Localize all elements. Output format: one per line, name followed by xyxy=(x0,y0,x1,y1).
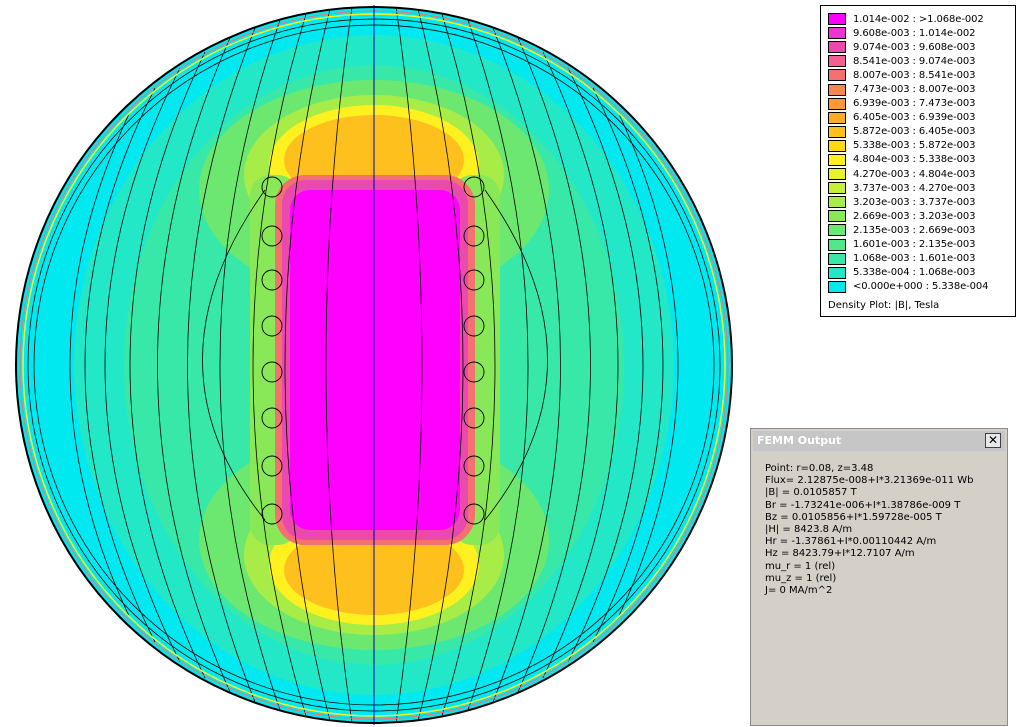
legend-row: 2.135e-003 : 2.669e-003 xyxy=(828,223,988,237)
density-legend: 1.014e-002 : >1.068e-002 9.608e-003 : 1.0… xyxy=(820,5,1016,317)
legend-row: 1.601e-003 : 2.135e-003 xyxy=(828,238,988,252)
legend-swatch xyxy=(828,280,846,293)
legend-swatch xyxy=(828,97,846,110)
femm-output-line: |H| = 8423.8 A/m xyxy=(765,523,853,535)
legend-caption: Density Plot: |B|, Tesla xyxy=(828,300,940,311)
close-button[interactable]: ✕ xyxy=(985,433,1001,448)
legend-range-label: 3.203e-003 : 3.737e-003 xyxy=(853,196,976,208)
femm-output-line: Flux= 2.12875e-008+I*3.21369e-011 Wb xyxy=(765,475,974,487)
femm-output-line: mu_z = 1 (rel) xyxy=(765,572,837,584)
legend-swatch xyxy=(828,139,846,152)
legend-range-label: 5.338e-004 : 1.068e-003 xyxy=(853,267,976,279)
femm-output-window[interactable]: FEMM Output ✕ Point: r=0.08, z=3.48 Flux=… xyxy=(750,428,1008,726)
legend-range-label: 6.405e-003 : 6.939e-003 xyxy=(853,112,976,124)
legend-range-label: 3.737e-003 : 4.270e-003 xyxy=(853,182,976,194)
legend-range-label: 4.804e-003 : 5.338e-003 xyxy=(853,154,976,166)
legend-row: 5.872e-003 : 6.405e-003 xyxy=(828,125,988,139)
legend-range-label: 2.135e-003 : 2.669e-003 xyxy=(853,224,976,236)
legend-swatch xyxy=(828,210,846,223)
legend-swatch xyxy=(828,111,846,124)
legend-row: 2.669e-003 : 3.203e-003 xyxy=(828,209,988,223)
legend-row: <0.000e+000 : 5.338e-004 xyxy=(828,280,989,294)
legend-swatch xyxy=(828,55,846,68)
legend-range-label: 7.473e-003 : 8.007e-003 xyxy=(853,84,976,96)
legend-swatch xyxy=(828,168,846,181)
legend-swatch xyxy=(828,224,846,237)
legend-row: 8.007e-003 : 8.541e-003 xyxy=(828,68,988,82)
legend-swatch xyxy=(828,27,846,40)
legend-swatch xyxy=(828,13,846,26)
legend-swatch xyxy=(828,238,846,251)
legend-range-label: 8.541e-003 : 9.074e-003 xyxy=(853,55,976,67)
femm-output-line: J= 0 MA/m^2 xyxy=(765,584,833,596)
legend-range-label: <0.000e+000 : 5.338e-004 xyxy=(853,281,989,293)
legend-row: 9.074e-003 : 9.608e-003 xyxy=(828,40,988,54)
legend-row: 1.014e-002 : >1.068e-002 xyxy=(828,12,988,26)
legend-range-label: 5.338e-003 : 5.872e-003 xyxy=(853,140,976,152)
legend-row: 3.203e-003 : 3.737e-003 xyxy=(828,195,988,209)
legend-range-label: 5.872e-003 : 6.405e-003 xyxy=(853,126,976,138)
legend-swatch xyxy=(828,83,846,96)
legend-swatch xyxy=(828,125,846,138)
legend-swatch xyxy=(828,41,846,54)
legend-range-label: 4.270e-003 : 4.804e-003 xyxy=(853,168,976,180)
legend-rows: 1.014e-002 : >1.068e-002 9.608e-003 : 1.0… xyxy=(828,12,989,294)
femm-output-line: Bz = 0.0105856+I*1.59728e-005 T xyxy=(765,511,942,523)
legend-swatch xyxy=(828,266,846,279)
femm-output-text: Point: r=0.08, z=3.48 Flux= 2.12875e-008+… xyxy=(765,463,974,597)
femm-title: FEMM Output xyxy=(757,434,842,447)
legend-range-label: 1.068e-003 : 1.601e-003 xyxy=(853,253,976,265)
legend-row: 1.068e-003 : 1.601e-003 xyxy=(828,252,988,266)
femm-output-line: Hz = 8423.79+I*12.7107 A/m xyxy=(765,548,915,560)
femm-titlebar[interactable]: FEMM Output ✕ xyxy=(753,431,1005,451)
femm-output-line: Hr = -1.37861+I*0.00110442 A/m xyxy=(765,536,937,548)
legend-row: 4.804e-003 : 5.338e-003 xyxy=(828,153,988,167)
legend-row: 8.541e-003 : 9.074e-003 xyxy=(828,54,988,68)
legend-range-label: 1.601e-003 : 2.135e-003 xyxy=(853,239,976,251)
legend-range-label: 2.669e-003 : 3.203e-003 xyxy=(853,210,976,222)
femm-output-line: |B| = 0.0105857 T xyxy=(765,487,857,499)
legend-range-label: 9.074e-003 : 9.608e-003 xyxy=(853,41,976,53)
legend-range-label: 6.939e-003 : 7.473e-003 xyxy=(853,98,976,110)
legend-range-label: 9.608e-003 : 1.014e-002 xyxy=(853,27,976,39)
legend-swatch xyxy=(828,182,846,195)
femm-output-line: Point: r=0.08, z=3.48 xyxy=(765,463,874,474)
femm-output-line: Br = -1.73241e-006+I*1.38786e-009 T xyxy=(765,499,961,511)
legend-row: 7.473e-003 : 8.007e-003 xyxy=(828,82,988,96)
legend-row: 5.338e-004 : 1.068e-003 xyxy=(828,266,988,280)
legend-swatch xyxy=(828,69,846,82)
legend-range-label: 8.007e-003 : 8.541e-003 xyxy=(853,69,976,81)
legend-swatch xyxy=(828,153,846,166)
legend-row: 6.939e-003 : 7.473e-003 xyxy=(828,97,988,111)
legend-row: 9.608e-003 : 1.014e-002 xyxy=(828,26,988,40)
legend-row: 3.737e-003 : 4.270e-003 xyxy=(828,181,988,195)
legend-swatch xyxy=(828,196,846,209)
legend-range-label: 1.014e-002 : >1.068e-002 xyxy=(853,13,984,25)
legend-row: 5.338e-003 : 5.872e-003 xyxy=(828,139,988,153)
legend-swatch xyxy=(828,252,846,265)
femm-output-line: mu_r = 1 (rel) xyxy=(765,560,836,572)
legend-row: 6.405e-003 : 6.939e-003 xyxy=(828,111,988,125)
legend-row: 4.270e-003 : 4.804e-003 xyxy=(828,167,988,181)
